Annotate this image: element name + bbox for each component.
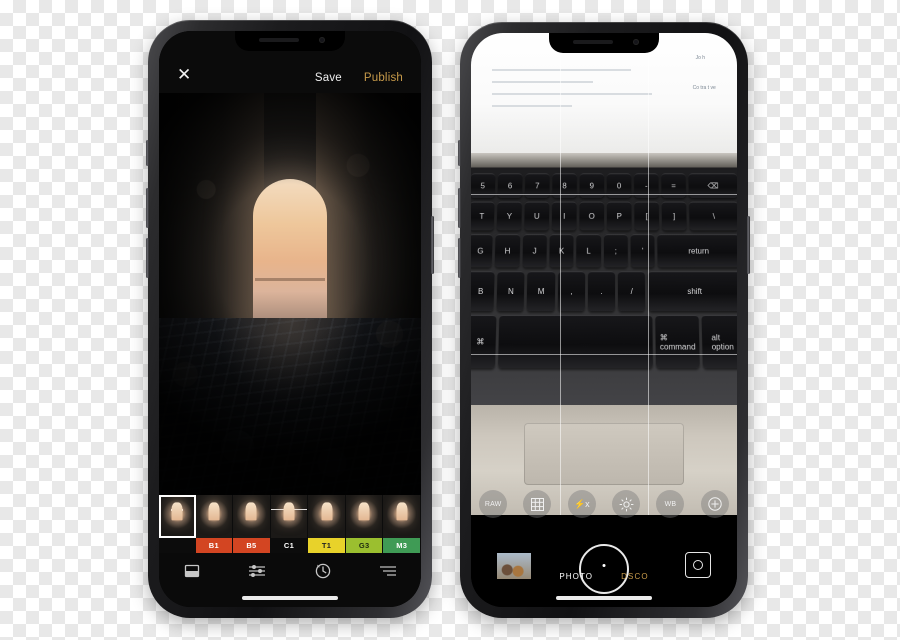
phone-mockup-right: Jo h Co tra t ve 567 890 - = ⌫ TYU IOP [… [458,22,750,618]
photo-preview[interactable] [159,93,421,495]
volume-down-button[interactable] [146,238,149,278]
save-button[interactable]: Save [315,72,342,84]
notch [549,33,659,53]
plus-circle-icon[interactable] [700,490,729,518]
lens-icon [693,560,703,570]
filter-strength-slider[interactable] [270,505,308,513]
filter-label: G3 [345,538,383,553]
flash-label: ⚡x [573,498,590,509]
filter-preview-image [345,495,383,538]
camera-mode-switcher[interactable]: PHOTO DSCO [471,572,737,581]
publish-button[interactable]: Publish [364,72,403,84]
mode-dsco[interactable]: DSCO [621,572,649,581]
shutter-button[interactable] [579,544,629,594]
earpiece-speaker-icon [573,40,613,44]
volume-up-button[interactable] [146,188,149,228]
camera-viewfinder[interactable]: Jo h Co tra t ve 567 890 - = ⌫ TYU IOP [… [471,33,737,515]
camera-bottom-bar: PHOTO DSCO [471,527,737,607]
raw-label: RAW [484,500,502,508]
laptop-keyboard: 567 890 - = ⌫ TYU IOP [] \ GHJ K L; ' ret [471,167,737,425]
mute-switch[interactable] [146,140,149,166]
filter-label: C1 [270,538,308,553]
volume-up-button[interactable] [458,188,461,228]
camera-controls-row: RAW ⚡x WB [471,481,737,527]
filter-label: B1 [195,538,233,553]
mode-photo[interactable]: PHOTO [559,572,593,581]
white-balance-icon[interactable]: WB [656,490,685,518]
filter-thumb[interactable]: C1 [270,495,309,553]
filter-label: M3 [383,538,421,553]
raw-badge-icon[interactable]: RAW [479,490,508,518]
crop-frame-icon[interactable] [183,562,201,585]
filter-thumb[interactable] [159,495,196,553]
laptop-trackpad [523,423,685,485]
wb-label: WB [664,500,677,508]
mode-indicator-dot [602,564,606,567]
phone-mockup-left: ✕ Save Publish B1 B5 C1 T1 G3 M3 [146,20,434,618]
filter-thumb[interactable]: B1 [195,495,234,553]
phone-screen-left: ✕ Save Publish B1 B5 C1 T1 G3 M3 [159,31,421,607]
volume-down-button[interactable] [458,238,461,278]
front-camera-icon [319,37,325,43]
mute-switch[interactable] [458,140,461,166]
undo-history-icon[interactable] [314,562,332,585]
notch [235,31,345,51]
filter-preview-image [270,495,308,538]
home-indicator[interactable] [242,596,338,600]
sliders-icon[interactable] [248,562,266,585]
home-indicator[interactable] [556,596,652,600]
filter-thumb[interactable]: B5 [233,495,271,553]
close-icon[interactable]: ✕ [177,67,191,84]
flash-off-icon[interactable]: ⚡x [567,490,596,518]
power-button[interactable] [747,216,750,274]
screenshot-stage: ✕ Save Publish B1 B5 C1 T1 G3 M3 Jo h Co… [0,0,900,640]
no-filter-dash-icon [171,508,184,511]
filter-thumb[interactable]: T1 [308,495,346,553]
phone-screen-right: Jo h Co tra t ve 567 890 - = ⌫ TYU IOP [… [471,33,737,607]
laptop-screen-edge [471,153,737,169]
tunnel-vignette [159,93,421,495]
filter-thumb[interactable]: M3 [383,495,421,553]
front-camera-icon [633,39,639,45]
filter-preview-image [233,495,270,538]
adjust-lines-icon[interactable] [379,562,397,585]
filter-preview-image [308,495,345,538]
filter-thumb[interactable]: G3 [345,495,384,553]
filter-preview-image [159,495,196,538]
filter-label: T1 [308,538,345,553]
filter-label [159,538,196,553]
filter-label: B5 [233,538,270,553]
filter-preview-image [383,495,421,538]
filter-strip[interactable]: B1 B5 C1 T1 G3 M3 [159,495,421,553]
slider-knob[interactable] [285,505,293,513]
brightness-icon[interactable] [612,490,641,518]
filter-preview-image [195,495,233,538]
grid-icon[interactable] [523,490,552,518]
power-button[interactable] [431,216,434,274]
earpiece-speaker-icon [259,38,299,42]
